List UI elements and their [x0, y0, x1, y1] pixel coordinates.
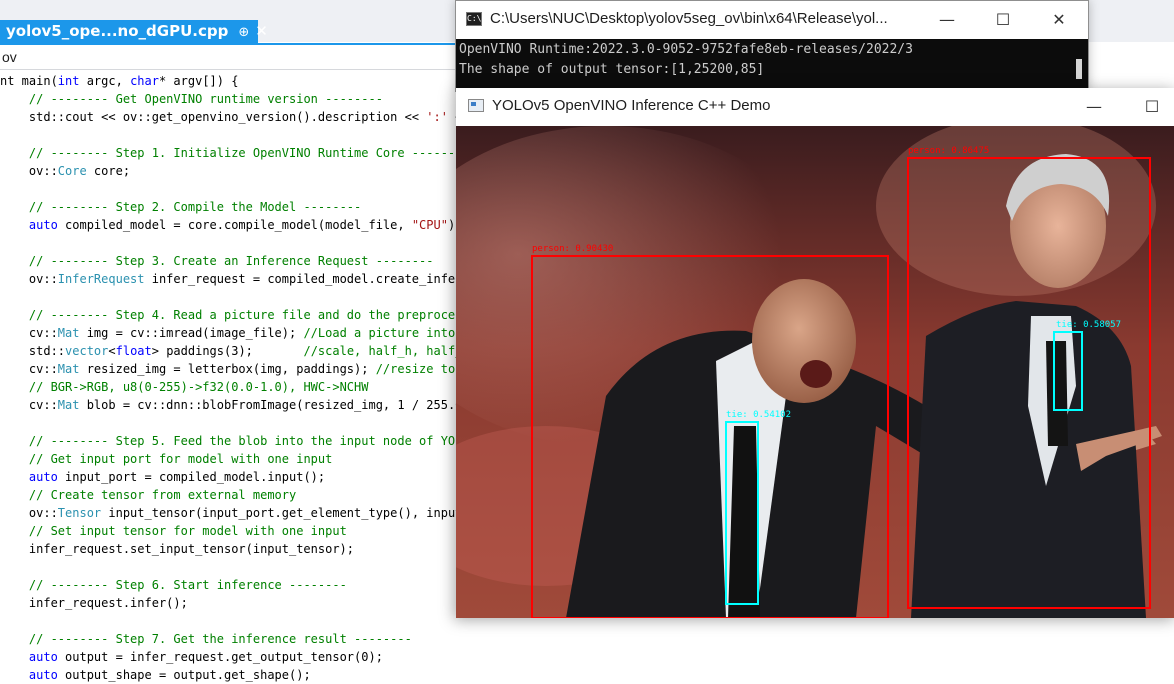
console-line: The shape of output tensor:[1,25200,85]	[459, 62, 765, 77]
ide-scope-dropdown[interactable]: ov	[0, 45, 462, 70]
code-line[interactable]: // -------- Step 4. Read a picture file …	[0, 306, 458, 324]
code-line[interactable]: // Get input port for model with one inp…	[0, 450, 458, 468]
code-line[interactable]	[0, 414, 458, 432]
inference-title: YOLOv5 OpenVINO Inference C++ Demo	[492, 97, 771, 114]
code-line[interactable]: auto input_port = compiled_model.input()…	[0, 468, 458, 486]
console-line: OpenVINO Runtime:2022.3.0-9052-9752fafe8…	[459, 42, 913, 57]
code-line[interactable]: cv::Mat resized_img = letterbox(img, pad…	[0, 360, 458, 378]
code-line[interactable]: // Set input tensor for model with one i…	[0, 522, 458, 540]
detection-label: tie: 0.58057	[1056, 320, 1122, 330]
scene-photo	[456, 126, 1174, 618]
code-line[interactable]: ov::Tensor input_tensor(input_port.get_e…	[0, 504, 458, 522]
code-line[interactable]: ov::Core core;	[0, 162, 458, 180]
code-line[interactable]: // -------- Get OpenVINO runtime version…	[0, 90, 458, 108]
code-line[interactable]: auto output_shape = output.get_shape();	[0, 666, 458, 684]
code-line[interactable]	[0, 612, 458, 630]
code-line[interactable]: std::vector<float> paddings(3); //scale,…	[0, 342, 458, 360]
console-app-icon: C:\	[466, 12, 482, 26]
detection-label: tie: 0.54102	[726, 410, 792, 420]
console-output: OpenVINO Runtime:2022.3.0-9052-9752fafe8…	[456, 39, 1088, 93]
maximize-button[interactable]: ☐	[983, 7, 1023, 33]
console-title-bar[interactable]: C:\ C:\Users\NUC\Desktop\yolov5seg_ov\bi…	[456, 1, 1088, 39]
detection-label: person: 0.86475	[908, 146, 990, 156]
code-line[interactable]: infer_request.set_input_tensor(input_ten…	[0, 540, 458, 558]
code-line[interactable]: // BGR->RGB, u8(0-255)->f32(0.0-1.0), HW…	[0, 378, 458, 396]
window-app-icon	[468, 99, 484, 112]
ide-tab-title[interactable]: yolov5_ope...no_dGPU.cpp	[6, 22, 228, 40]
close-button[interactable]: ✕	[1039, 7, 1079, 33]
code-line[interactable]	[0, 126, 458, 144]
inference-title-bar[interactable]: YOLOv5 OpenVINO Inference C++ Demo — ☐	[456, 88, 1174, 126]
minimize-button[interactable]: —	[1074, 94, 1114, 120]
code-line[interactable]: cv::Mat img = cv::imread(image_file); //…	[0, 324, 458, 342]
code-line[interactable]: ov::InferRequest infer_request = compile…	[0, 270, 458, 288]
code-line[interactable]: // -------- Step 6. Start inference ----…	[0, 576, 458, 594]
code-line[interactable]: auto output = infer_request.get_output_t…	[0, 648, 458, 666]
code-line[interactable]: cv::Mat blob = cv::dnn::blobFromImage(re…	[0, 396, 458, 414]
inference-window[interactable]: YOLOv5 OpenVINO Inference C++ Demo — ☐ p…	[456, 88, 1174, 618]
code-line[interactable]: // -------- Step 7. Get the inference re…	[0, 630, 458, 648]
detection-image: person: 0.90430 person: 0.86475 tie: 0.5…	[456, 126, 1174, 618]
code-line[interactable]	[0, 234, 458, 252]
code-line[interactable]: // -------- Step 3. Create an Inference …	[0, 252, 458, 270]
minimize-button[interactable]: —	[927, 7, 967, 33]
code-line[interactable]: auto compiled_model = core.compile_model…	[0, 216, 458, 234]
code-line[interactable]	[0, 180, 458, 198]
detection-label: person: 0.90430	[532, 244, 614, 254]
code-line[interactable]	[0, 288, 458, 306]
code-line[interactable]: infer_request.infer();	[0, 594, 458, 612]
code-line[interactable]: // -------- Step 2. Compile the Model --…	[0, 198, 458, 216]
code-line[interactable]: nt main(int argc, char* argv[]) {	[0, 72, 458, 90]
code-line[interactable]: std::cout << ov::get_openvino_version().…	[0, 108, 458, 126]
code-line[interactable]: // -------- Step 1. Initialize OpenVINO …	[0, 144, 458, 162]
code-line[interactable]	[0, 558, 458, 576]
ide-file-tab[interactable]: yolov5_ope...no_dGPU.cpp ⊕ ✕	[0, 20, 268, 43]
console-window[interactable]: C:\ C:\Users\NUC\Desktop\yolov5seg_ov\bi…	[455, 0, 1089, 93]
tab-close-icon[interactable]: ✕	[255, 22, 268, 40]
maximize-button[interactable]: ☐	[1132, 94, 1172, 120]
console-title: C:\Users\NUC\Desktop\yolov5seg_ov\bin\x6…	[490, 10, 888, 27]
code-line[interactable]: // Create tensor from external memory	[0, 486, 458, 504]
console-scrollbar-thumb[interactable]	[1076, 59, 1082, 79]
code-line[interactable]: // -------- Step 5. Feed the blob into t…	[0, 432, 458, 450]
pin-icon[interactable]: ⊕	[238, 25, 249, 40]
